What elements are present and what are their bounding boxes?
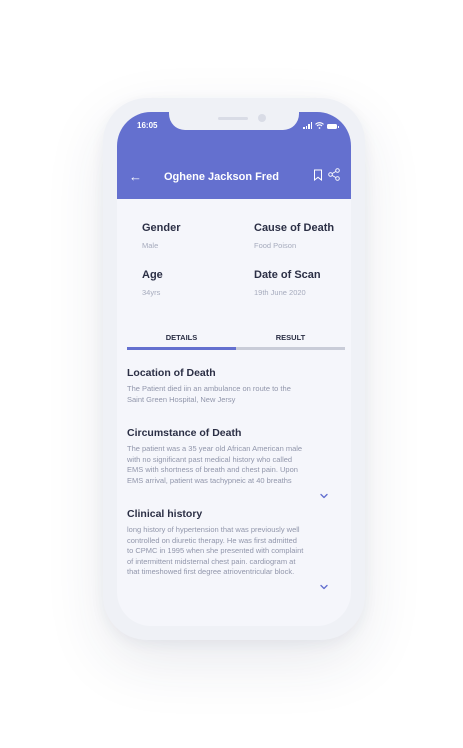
- location-of-death-section: Location of Death The Patient died iin a…: [127, 367, 345, 405]
- age-label: Age: [142, 269, 163, 281]
- status-icons: [303, 122, 339, 129]
- share-icon[interactable]: [328, 168, 340, 181]
- phone-screen: 16:05 ← Oghene Jackson Fred Gender Male …: [117, 112, 351, 626]
- phone-frame: 16:05 ← Oghene Jackson Fred Gender Male …: [103, 98, 365, 640]
- signal-icon: [303, 122, 312, 129]
- age-field: Age 34yrs: [142, 269, 163, 297]
- section-body: The patient was a 35 year old African Am…: [127, 444, 303, 485]
- speaker-grille: [218, 117, 248, 120]
- circumstance-of-death-section: Circumstance of Death The patient was a …: [127, 427, 345, 486]
- section-title: Clinical history: [127, 508, 203, 520]
- gender-label: Gender: [142, 222, 181, 234]
- tab-details-indicator: [127, 347, 236, 350]
- age-value: 34yrs: [142, 288, 161, 297]
- clinical-history-section: Clinical history long history of hyperte…: [127, 508, 345, 578]
- date-of-scan-label: Date of Scan: [254, 269, 321, 281]
- page-title: Oghene Jackson Fred: [164, 171, 279, 183]
- section-title: Location of Death: [127, 367, 216, 379]
- tab-result-indicator: [236, 347, 345, 350]
- section-title: Circumstance of Death: [127, 427, 242, 439]
- date-of-scan-field: Date of Scan 19th June 2020: [254, 269, 321, 297]
- bookmark-icon[interactable]: [313, 169, 323, 181]
- tab-bar: DETAILS RESULT: [127, 333, 345, 350]
- expand-chevron-icon[interactable]: [319, 492, 329, 500]
- battery-icon: [327, 124, 339, 129]
- section-body: long history of hypertension that was pr…: [127, 525, 304, 576]
- date-of-scan-value: 19th June 2020: [254, 288, 306, 297]
- gender-value: Male: [142, 241, 159, 250]
- expand-chevron-icon[interactable]: [319, 583, 329, 591]
- cause-of-death-field: Cause of Death Food Poison: [254, 222, 334, 250]
- cause-of-death-label: Cause of Death: [254, 222, 335, 234]
- status-time: 16:05: [137, 121, 158, 130]
- cause-of-death-value: Food Poison: [254, 241, 297, 250]
- tab-details[interactable]: DETAILS: [127, 333, 236, 347]
- section-body: The Patient died iin an ambulance on rou…: [127, 384, 291, 404]
- device-notch: [169, 112, 299, 130]
- wifi-icon: [315, 122, 324, 129]
- back-arrow-icon[interactable]: ←: [129, 170, 142, 183]
- front-camera: [258, 114, 266, 122]
- gender-field: Gender Male: [142, 222, 181, 250]
- tab-result[interactable]: RESULT: [236, 333, 345, 347]
